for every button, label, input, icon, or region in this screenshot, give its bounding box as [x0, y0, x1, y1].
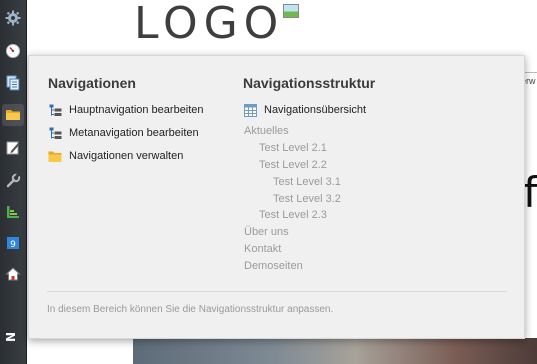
tree-item-test-level-2-3[interactable]: Test Level 2.3	[259, 209, 327, 221]
navigations-heading: Navigationen	[48, 75, 136, 91]
edit-meta-navigation-label: Metanavigation bearbeiten	[69, 127, 199, 139]
svg-text:9: 9	[10, 240, 16, 250]
toolbar-settings-button[interactable]	[2, 7, 24, 29]
edit-pencil-icon	[6, 141, 20, 155]
folder-icon	[6, 110, 20, 120]
preview-hero-image	[133, 338, 537, 364]
cms-backend-screen: LOGO erw f 9 N Navigationen Hauptnavigat…	[0, 0, 537, 364]
folder-icon	[48, 149, 62, 163]
toolbar-dashboard-button[interactable]	[2, 40, 24, 62]
left-toolbar: 9 N	[0, 0, 27, 364]
toolbar-navigation-button[interactable]	[2, 104, 24, 126]
toolbar-edit-button[interactable]	[2, 137, 24, 159]
wrench-icon	[6, 173, 21, 188]
toolbar-calendar-button[interactable]: 9	[2, 232, 24, 254]
bar-chart-icon	[7, 206, 19, 218]
toolbar-home-button[interactable]	[2, 263, 24, 285]
tree-item-kontakt[interactable]: Kontakt	[244, 243, 281, 255]
tree-item-test-level-2-1[interactable]: Test Level 2.1	[259, 142, 327, 154]
sitemap-grid-icon	[243, 103, 257, 117]
toolbar-statistics-button[interactable]	[2, 201, 24, 223]
navigation-structure-heading: Navigationsstruktur	[243, 75, 376, 91]
tree-item-ueber-uns[interactable]: Über uns	[244, 226, 289, 238]
toolbar-pages-button[interactable]	[2, 72, 24, 94]
edit-main-navigation-label: Hauptnavigation bearbeiten	[69, 104, 204, 116]
tree-item-aktuelles[interactable]: Aktuelles	[244, 125, 289, 137]
toolbar-bottom-letter: N	[4, 331, 18, 342]
site-logo: LOGO	[134, 0, 285, 49]
calendar-icon: 9	[7, 237, 19, 250]
image-placeholder-icon	[283, 4, 299, 18]
home-icon	[5, 267, 21, 281]
navigation-flyout-panel: Navigationen Hauptnavigation bearbeiten	[28, 55, 525, 339]
tree-item-test-level-2-2[interactable]: Test Level 2.2	[259, 159, 327, 171]
manage-navigations-link[interactable]: Navigationen verwalten	[48, 148, 183, 164]
navigation-overview-label: Navigationsübersicht	[264, 104, 367, 116]
manage-navigations-label: Navigationen verwalten	[69, 150, 184, 162]
edit-meta-navigation-link[interactable]: Metanavigation bearbeiten	[48, 125, 199, 141]
gear-icon	[5, 10, 21, 26]
tree-item-test-level-3-2[interactable]: Test Level 3.2	[273, 193, 341, 205]
tree-item-demoseiten[interactable]: Demoseiten	[244, 260, 303, 272]
flyout-help-text: In diesem Bereich können Sie die Navigat…	[47, 304, 334, 315]
tree-item-test-level-3-1[interactable]: Test Level 3.1	[273, 176, 341, 188]
tree-structure-icon	[48, 103, 62, 117]
flyout-divider	[47, 291, 507, 292]
preview-partial-heading: f	[523, 168, 537, 217]
toolbar-tools-button[interactable]	[2, 170, 24, 192]
speedometer-icon	[6, 44, 20, 58]
edit-main-navigation-link[interactable]: Hauptnavigation bearbeiten	[48, 102, 204, 118]
pages-stack-icon	[6, 75, 20, 91]
tree-structure-icon	[48, 126, 62, 140]
navigation-overview-link[interactable]: Navigationsübersicht	[243, 102, 366, 118]
